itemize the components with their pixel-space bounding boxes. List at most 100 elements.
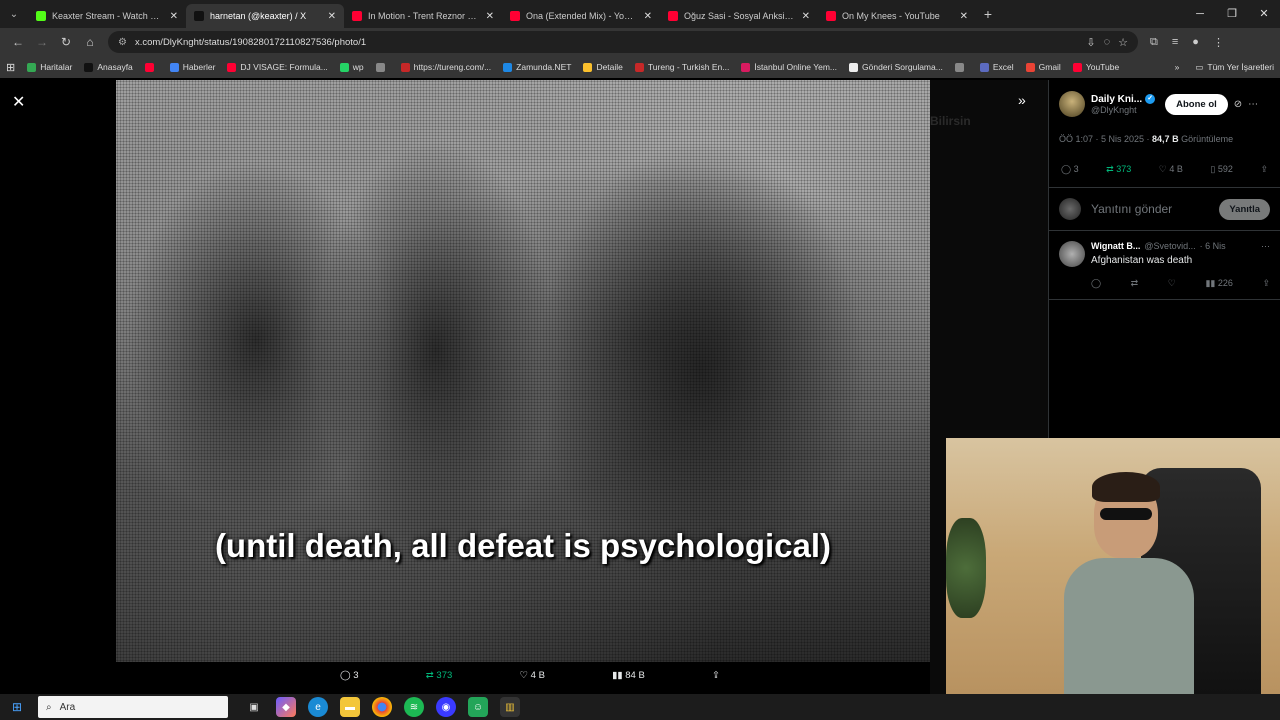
more-bookmarks-icon[interactable]: » (1175, 62, 1180, 72)
eye-off-icon[interactable]: ◌ (1104, 36, 1111, 49)
bookmark-item[interactable]: wp (339, 62, 364, 72)
tab-search-icon[interactable]: ⌄ (0, 0, 28, 28)
tab-close-icon[interactable]: ✕ (644, 11, 652, 22)
reply-author-handle[interactable]: @Svetovid... (1144, 241, 1195, 252)
photo-grain (116, 80, 930, 662)
reply-input[interactable]: Yanıtını gönder (1091, 202, 1219, 216)
menu-icon[interactable]: ⋮ (1213, 36, 1224, 49)
forward-icon[interactable]: → (30, 35, 54, 49)
tab-favicon-icon (194, 11, 204, 21)
share-icon[interactable]: ⇪ (1262, 278, 1270, 289)
app-icon[interactable]: ▥ (500, 697, 520, 717)
browser-tab[interactable]: On My Knees - YouTube ✕ (818, 4, 976, 28)
reply-button[interactable]: Yanıtla (1219, 198, 1270, 220)
bookmark-item[interactable]: Anasayfa (84, 62, 133, 72)
views-action[interactable]: ▮▮ 226 (1205, 278, 1232, 289)
taskbar-search[interactable]: ⌕ Ara (38, 696, 228, 718)
bookmark-item[interactable]: Gönderi Sorgulama... (849, 62, 943, 72)
bookmark-item[interactable]: Excel (979, 62, 1014, 72)
more-icon[interactable]: ⋯ (1248, 99, 1258, 110)
close-icon[interactable]: ✕ (12, 92, 25, 112)
reply-author-name[interactable]: Wignatt B... (1091, 241, 1140, 252)
reply-action[interactable]: ◯ 3 (340, 670, 359, 681)
tab-close-icon[interactable]: ✕ (328, 11, 336, 22)
browser-tab[interactable]: harnetan (@keaxter) / X ✕ (186, 4, 344, 28)
bookmark-item[interactable]: Zamunda.NET (503, 62, 571, 72)
task-view-icon[interactable]: ▣ (244, 697, 264, 717)
minimize-icon[interactable]: ─ (1184, 0, 1216, 28)
tab-strip: Keaxter Stream - Watch Live on✕harnetan … (28, 0, 976, 28)
like-action[interactable]: ♡ 4 B (519, 670, 544, 681)
chrome-icon[interactable] (372, 697, 392, 717)
browser-tab[interactable]: Keaxter Stream - Watch Live on ✕ (28, 4, 186, 28)
bookmark-item[interactable]: https://tureng.com/... (400, 62, 491, 72)
avatar[interactable] (1059, 241, 1085, 267)
more-icon[interactable]: ⋯ (1261, 241, 1270, 252)
reply-action[interactable]: ◯ 3 (1061, 164, 1079, 175)
bookmark-item[interactable]: Haritalar (27, 62, 72, 72)
tab-close-icon[interactable]: ✕ (486, 11, 494, 22)
author-name[interactable]: Daily Kni... ✓ (1091, 94, 1156, 105)
bookmark-item[interactable] (144, 62, 158, 72)
grok-icon[interactable]: ⊘ (1234, 99, 1242, 110)
bookmark-label: DJ VISAGE: Formula... (240, 62, 328, 72)
author-handle[interactable]: @DlyKnght (1091, 105, 1155, 115)
bookmark-item[interactable]: İstanbul Online Yem... (741, 62, 837, 72)
tab-close-icon[interactable]: ✕ (960, 11, 968, 22)
bookmark-item[interactable]: DJ VISAGE: Formula... (227, 62, 328, 72)
bookmark-action[interactable]: ▯ 592 (1210, 164, 1232, 175)
share-icon[interactable]: ⇪ (1260, 164, 1268, 175)
bookmark-item[interactable]: Haberler (169, 62, 215, 72)
webcam-overlay (946, 438, 1280, 694)
retweet-action[interactable]: ⇄ 373 (1106, 164, 1131, 175)
back-icon[interactable]: ← (6, 35, 30, 49)
extensions-icon[interactable]: ⧉ (1150, 36, 1158, 49)
all-bookmarks[interactable]: ▭ Tüm Yer İşaretleri (1195, 62, 1274, 73)
like-action[interactable]: ♡ 4 B (1159, 164, 1183, 175)
heart-icon: ♡ (1158, 164, 1170, 174)
obs-icon[interactable]: ◉ (436, 697, 456, 717)
tweet-time[interactable]: ÖÖ 1:07 · 5 Nis 2025 · (1059, 134, 1152, 144)
url-field[interactable]: ⚙ x.com/DlyKnght/status/1908280172110827… (108, 31, 1138, 53)
reply-tweet[interactable]: Wignatt B... @Svetovid... · 6 Nis ⋯ Afgh… (1049, 231, 1280, 300)
browser-tab[interactable]: Oğuz Sasi - Sosyal Anksiyete - Y ✕ (660, 4, 818, 28)
share-icon[interactable]: ⇪ (712, 670, 720, 681)
browser-tab[interactable]: Ona (Extended Mix) - YouTu ✕ (502, 4, 660, 28)
restore-icon[interactable]: ❐ (1216, 0, 1248, 28)
retweet-icon[interactable]: ⇄ (1131, 278, 1139, 289)
reply-icon[interactable]: ◯ (1091, 278, 1101, 289)
collapse-panel-icon[interactable]: » (1018, 92, 1026, 108)
bookmark-star-icon[interactable]: ☆ (1118, 36, 1128, 49)
copilot-icon[interactable]: ◆ (276, 697, 296, 717)
home-icon[interactable]: ⌂ (78, 35, 102, 49)
apps-grid-icon[interactable]: ⊞ (6, 61, 15, 74)
close-window-icon[interactable]: ✕ (1248, 0, 1280, 28)
reload-icon[interactable]: ↻ (54, 35, 78, 49)
bookmark-item[interactable]: YouTube (1072, 62, 1119, 72)
media-icon[interactable]: ≡ (1172, 36, 1178, 49)
edge-icon[interactable]: e (308, 697, 328, 717)
bookmark-item[interactable]: Detaile (583, 62, 623, 72)
retweet-action[interactable]: ⇄ 373 (426, 670, 452, 681)
windows-start-icon[interactable]: ⊞ (6, 700, 28, 714)
subscribe-button[interactable]: Abone ol (1165, 93, 1228, 115)
reply-date[interactable]: · 6 Nis (1200, 241, 1226, 252)
install-icon[interactable]: ⇩ (1086, 36, 1095, 49)
bookmark-item[interactable] (375, 62, 389, 72)
file-explorer-icon[interactable]: ▬ (340, 697, 360, 717)
tab-close-icon[interactable]: ✕ (802, 11, 810, 22)
new-tab-button[interactable]: + (976, 6, 1000, 22)
bookmark-item[interactable]: Tureng - Turkish En... (634, 62, 729, 72)
browser-tab[interactable]: In Motion - Trent Reznor and A ✕ (344, 4, 502, 28)
site-info-icon[interactable]: ⚙ (118, 37, 127, 48)
profile-icon[interactable]: ● (1192, 36, 1199, 49)
bookmark-item[interactable] (954, 62, 968, 72)
heart-icon[interactable]: ♡ (1168, 278, 1176, 289)
discord-icon[interactable]: ☺ (468, 697, 488, 717)
tab-close-icon[interactable]: ✕ (170, 11, 178, 22)
spotify-icon[interactable]: ≋ (404, 697, 424, 717)
views-action[interactable]: ▮▮ 84 B (612, 670, 645, 681)
window-controls: ─ ❐ ✕ (1184, 0, 1280, 28)
bookmark-item[interactable]: Gmail (1025, 62, 1061, 72)
avatar[interactable] (1059, 91, 1085, 117)
